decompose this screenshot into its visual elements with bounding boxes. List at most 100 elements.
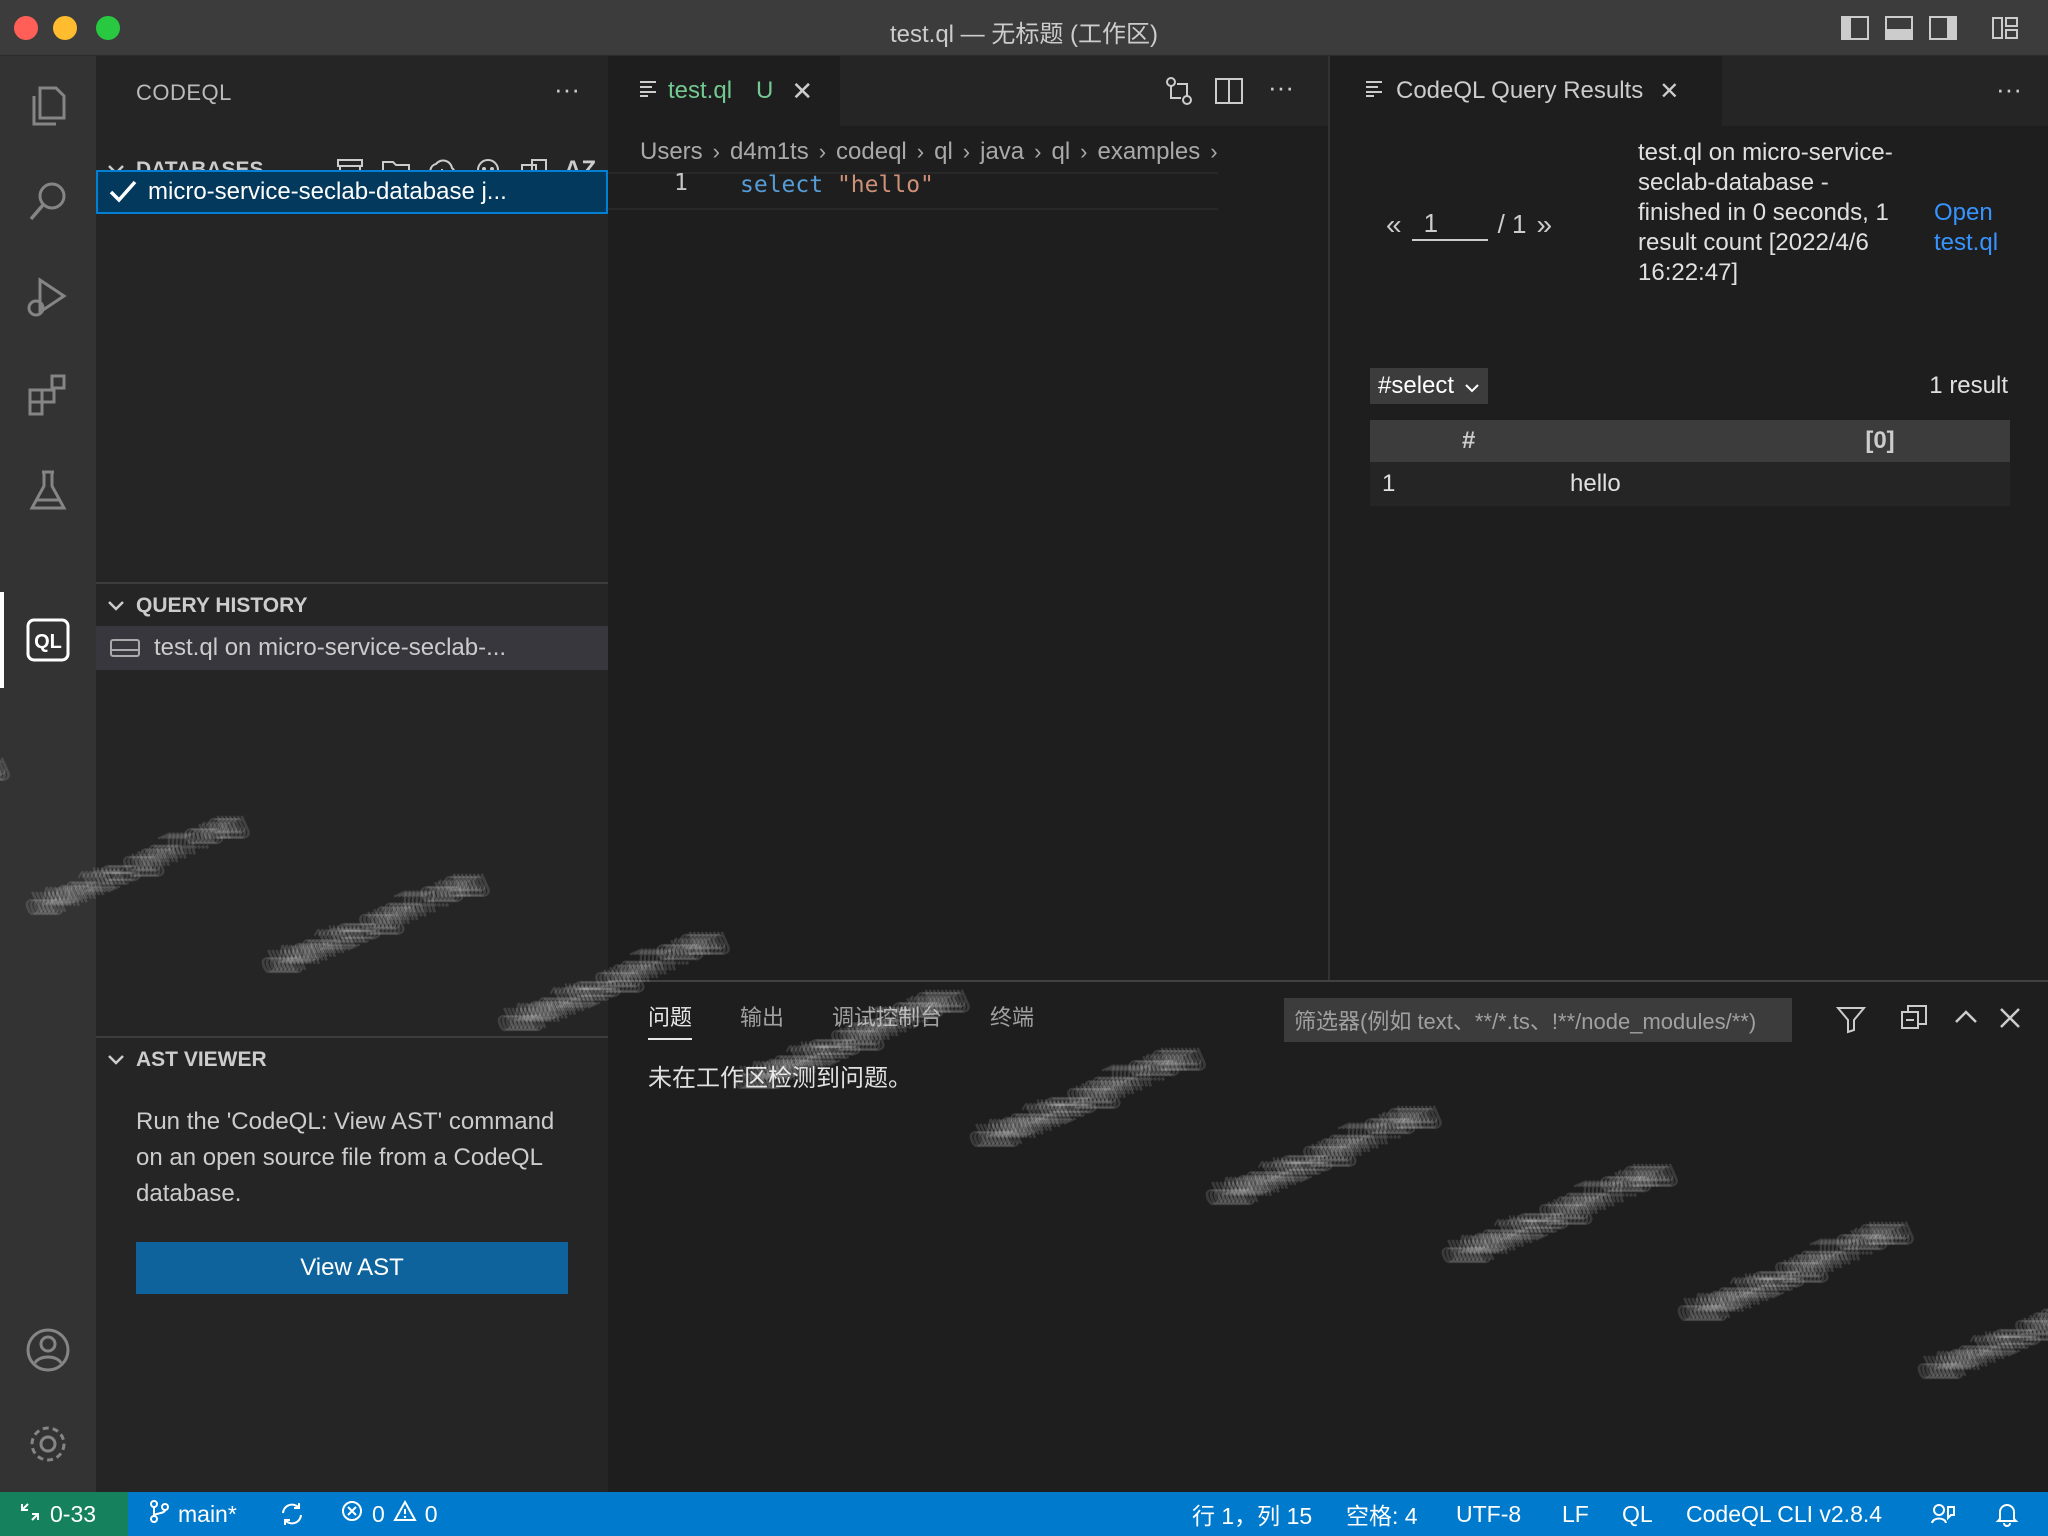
encoding[interactable]: UTF-8	[1456, 1492, 1521, 1536]
chevron-down-icon	[96, 1054, 136, 1066]
split-editor-icon[interactable]	[1212, 74, 1246, 108]
column-header-value[interactable]: [0]	[1570, 427, 2010, 455]
tab-output[interactable]: 输出	[740, 1000, 784, 1040]
tab-problems[interactable]: 问题	[648, 1000, 693, 1040]
feedback-icon[interactable]	[1930, 1492, 1956, 1536]
language-mode[interactable]: QL	[1622, 1492, 1653, 1536]
accounts-icon[interactable]	[18, 1320, 78, 1380]
breadcrumb-item[interactable]: examples	[1097, 138, 1200, 166]
results-table: # [0] 1 hello	[1370, 420, 2010, 506]
table-row[interactable]: 1 hello	[1370, 462, 2010, 506]
results-tab-title: CodeQL Query Results	[1396, 77, 1644, 104]
result-set-select[interactable]: #select	[1370, 368, 1489, 404]
tab-filename: test.ql	[668, 77, 733, 104]
toggle-sidebar-icon[interactable]	[1840, 14, 1870, 42]
sidebar: CODEQL ··· DATABASES AZ micro-service-se…	[96, 56, 608, 1492]
problems-counter[interactable]: 0 0	[340, 1492, 438, 1536]
indentation[interactable]: 空格: 4	[1346, 1492, 1418, 1536]
notifications-bell-icon[interactable]	[1994, 1492, 2020, 1536]
codeql-cli-version[interactable]: CodeQL CLI v2.8.4	[1686, 1492, 1882, 1536]
active-indicator	[0, 592, 4, 688]
results-tab-bar: CodeQL Query Results ✕ ···	[1330, 56, 2048, 126]
prev-page-button[interactable]: «	[1386, 209, 1402, 241]
open-query-link[interactable]: Open test.ql	[1934, 198, 2024, 258]
git-branch[interactable]: main*	[148, 1492, 237, 1536]
codeql-icon-label: QL	[34, 631, 62, 653]
testing-icon[interactable]	[18, 460, 78, 520]
results-more-button[interactable]: ···	[1996, 74, 2022, 105]
results-tab-close-icon[interactable]: ✕	[1659, 77, 1679, 106]
chevron-right-icon: ›	[962, 139, 971, 164]
breadcrumb-item[interactable]: ql	[934, 138, 953, 166]
activity-bar: QL	[0, 56, 96, 1492]
filter-icon[interactable]	[1834, 1002, 1868, 1036]
sidebar-title: CODEQL	[136, 80, 232, 105]
error-count: 0	[372, 1500, 385, 1527]
maximize-panel-icon[interactable]	[1950, 1002, 1982, 1034]
ast-viewer-section-header[interactable]: AST VIEWER	[96, 1038, 608, 1082]
extensions-icon[interactable]	[18, 364, 78, 424]
title-bar: test.ql — 无标题 (工作区)	[0, 0, 2048, 56]
query-history-item[interactable]: test.ql on micro-service-seclab-...	[96, 626, 608, 670]
editor-group: test.ql U ✕ ··· Users › d4m1ts › codeql › q…	[608, 56, 1934, 980]
chevron-down-icon	[1464, 372, 1480, 400]
explorer-icon[interactable]	[18, 76, 78, 136]
chevron-right-icon: ›	[1210, 139, 1218, 164]
status-bar: 0-33 main* 0 0 行 1，列 15 空格: 4 UTF-8 LF Q…	[0, 1492, 2048, 1536]
tab-codeql-query-results[interactable]: CodeQL Query Results ✕	[1330, 56, 1722, 126]
settings-gear-icon[interactable]	[18, 1414, 78, 1474]
end-of-line[interactable]: LF	[1562, 1492, 1589, 1536]
editor-tab-bar: test.ql U ✕ ···	[608, 56, 1328, 126]
chevron-right-icon: ›	[1080, 139, 1088, 164]
problems-filter-input[interactable]: 筛选器(例如 text、**/*.ts、!**/node_modules/**)	[1284, 998, 1792, 1042]
customize-layout-icon[interactable]	[1990, 14, 2020, 42]
chevron-right-icon: ›	[916, 139, 925, 164]
open-changes-icon[interactable]	[1162, 74, 1196, 108]
database-list-item[interactable]: micro-service-seclab-database j...	[96, 170, 608, 214]
editor-more-button[interactable]: ···	[1268, 72, 1294, 103]
ast-viewer-header-label: AST VIEWER	[136, 1048, 267, 1071]
git-branch-label: main*	[178, 1500, 237, 1527]
column-header-index[interactable]: #	[1370, 427, 1570, 455]
result-pager: « 1 / 1 »	[1386, 208, 1552, 241]
codeql-icon[interactable]: QL	[18, 610, 78, 670]
query-history-header-label: QUERY HISTORY	[136, 594, 308, 617]
query-history-section-header[interactable]: QUERY HISTORY	[96, 584, 608, 628]
run-debug-icon[interactable]	[18, 268, 78, 328]
breadcrumb-item[interactable]: codeql	[836, 138, 907, 166]
sidebar-more-button[interactable]: ···	[554, 74, 580, 105]
code-keyword: select	[740, 172, 824, 198]
result-set-value: #select	[1378, 372, 1455, 399]
bottom-panel: 问题 输出 调试控制台 终端 筛选器(例如 text、**/*.ts、!**/n…	[608, 980, 2048, 1492]
breadcrumb-item[interactable]: Users	[640, 138, 703, 166]
collapse-all-icon[interactable]	[1898, 1002, 1930, 1034]
line-number: 1	[674, 170, 688, 196]
toggle-panel-icon[interactable]	[1884, 14, 1914, 42]
page-number-input[interactable]: 1	[1411, 208, 1488, 241]
result-summary: test.ql on micro-service-seclab-database…	[1638, 139, 1893, 286]
tab-terminal[interactable]: 终端	[990, 1000, 1034, 1040]
warning-icon	[393, 1499, 417, 1529]
remote-icon	[20, 1501, 40, 1528]
warning-count: 0	[424, 1500, 438, 1527]
view-ast-button[interactable]: View AST	[136, 1242, 568, 1294]
tab-test-ql[interactable]: test.ql U ✕	[608, 56, 840, 126]
breadcrumb-item[interactable]: ql	[1051, 138, 1070, 166]
tab-close-icon[interactable]: ✕	[791, 76, 813, 107]
file-lines-icon	[1364, 77, 1384, 105]
row-value[interactable]: hello	[1570, 470, 2010, 498]
tab-debug-console[interactable]: 调试控制台	[832, 1000, 942, 1040]
next-page-button[interactable]: »	[1537, 209, 1553, 241]
search-icon[interactable]	[18, 172, 78, 232]
chevron-right-icon: ›	[712, 139, 720, 164]
query-results-panel: CodeQL Query Results ✕ ··· « 1 / 1 » tes…	[1328, 56, 2048, 980]
breadcrumb-item[interactable]: java	[980, 138, 1024, 166]
close-panel-icon[interactable]	[1994, 1002, 2026, 1034]
row-index: 1	[1382, 470, 1396, 497]
sync-icon[interactable]	[278, 1492, 306, 1536]
toggle-secondary-sidebar-icon[interactable]	[1928, 14, 1958, 42]
breadcrumb-item[interactable]: d4m1ts	[730, 138, 809, 166]
code-line[interactable]: select "hello"	[740, 172, 934, 198]
cursor-position[interactable]: 行 1，列 15	[1192, 1492, 1312, 1536]
remote-indicator[interactable]: 0-33	[0, 1492, 128, 1536]
